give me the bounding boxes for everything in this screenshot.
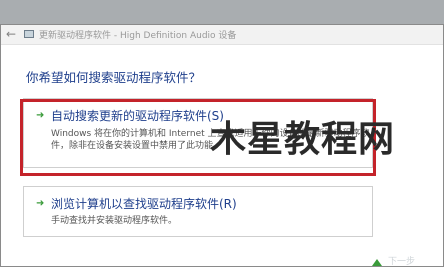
desktop-background xyxy=(0,0,444,24)
back-arrow-icon[interactable]: ← xyxy=(6,27,16,41)
browse-computer-description: 手动查找并安装驱动程序软件。 xyxy=(51,216,178,226)
watermark-text: 木星教程网 xyxy=(210,119,396,160)
next-button[interactable]: 下一步 xyxy=(388,254,415,267)
next-triangle-icon xyxy=(372,259,382,266)
dialog-titlebar: ← 更新驱动程序软件 - High Definition Audio 设备 xyxy=(1,25,443,45)
browse-computer-option[interactable]: ➜ 浏览计算机以查找驱动程序软件(R) 手动查找并安装驱动程序软件。 xyxy=(23,186,373,237)
audio-device-icon xyxy=(24,30,34,38)
browse-computer-title[interactable]: 浏览计算机以查找驱动程序软件(R) xyxy=(51,195,237,212)
dialog-title: 更新驱动程序软件 - High Definition Audio 设备 xyxy=(39,31,237,41)
search-question-heading: 你希望如何搜索驱动程序软件？ xyxy=(26,70,202,85)
green-arrow-icon: ➜ xyxy=(36,198,45,209)
